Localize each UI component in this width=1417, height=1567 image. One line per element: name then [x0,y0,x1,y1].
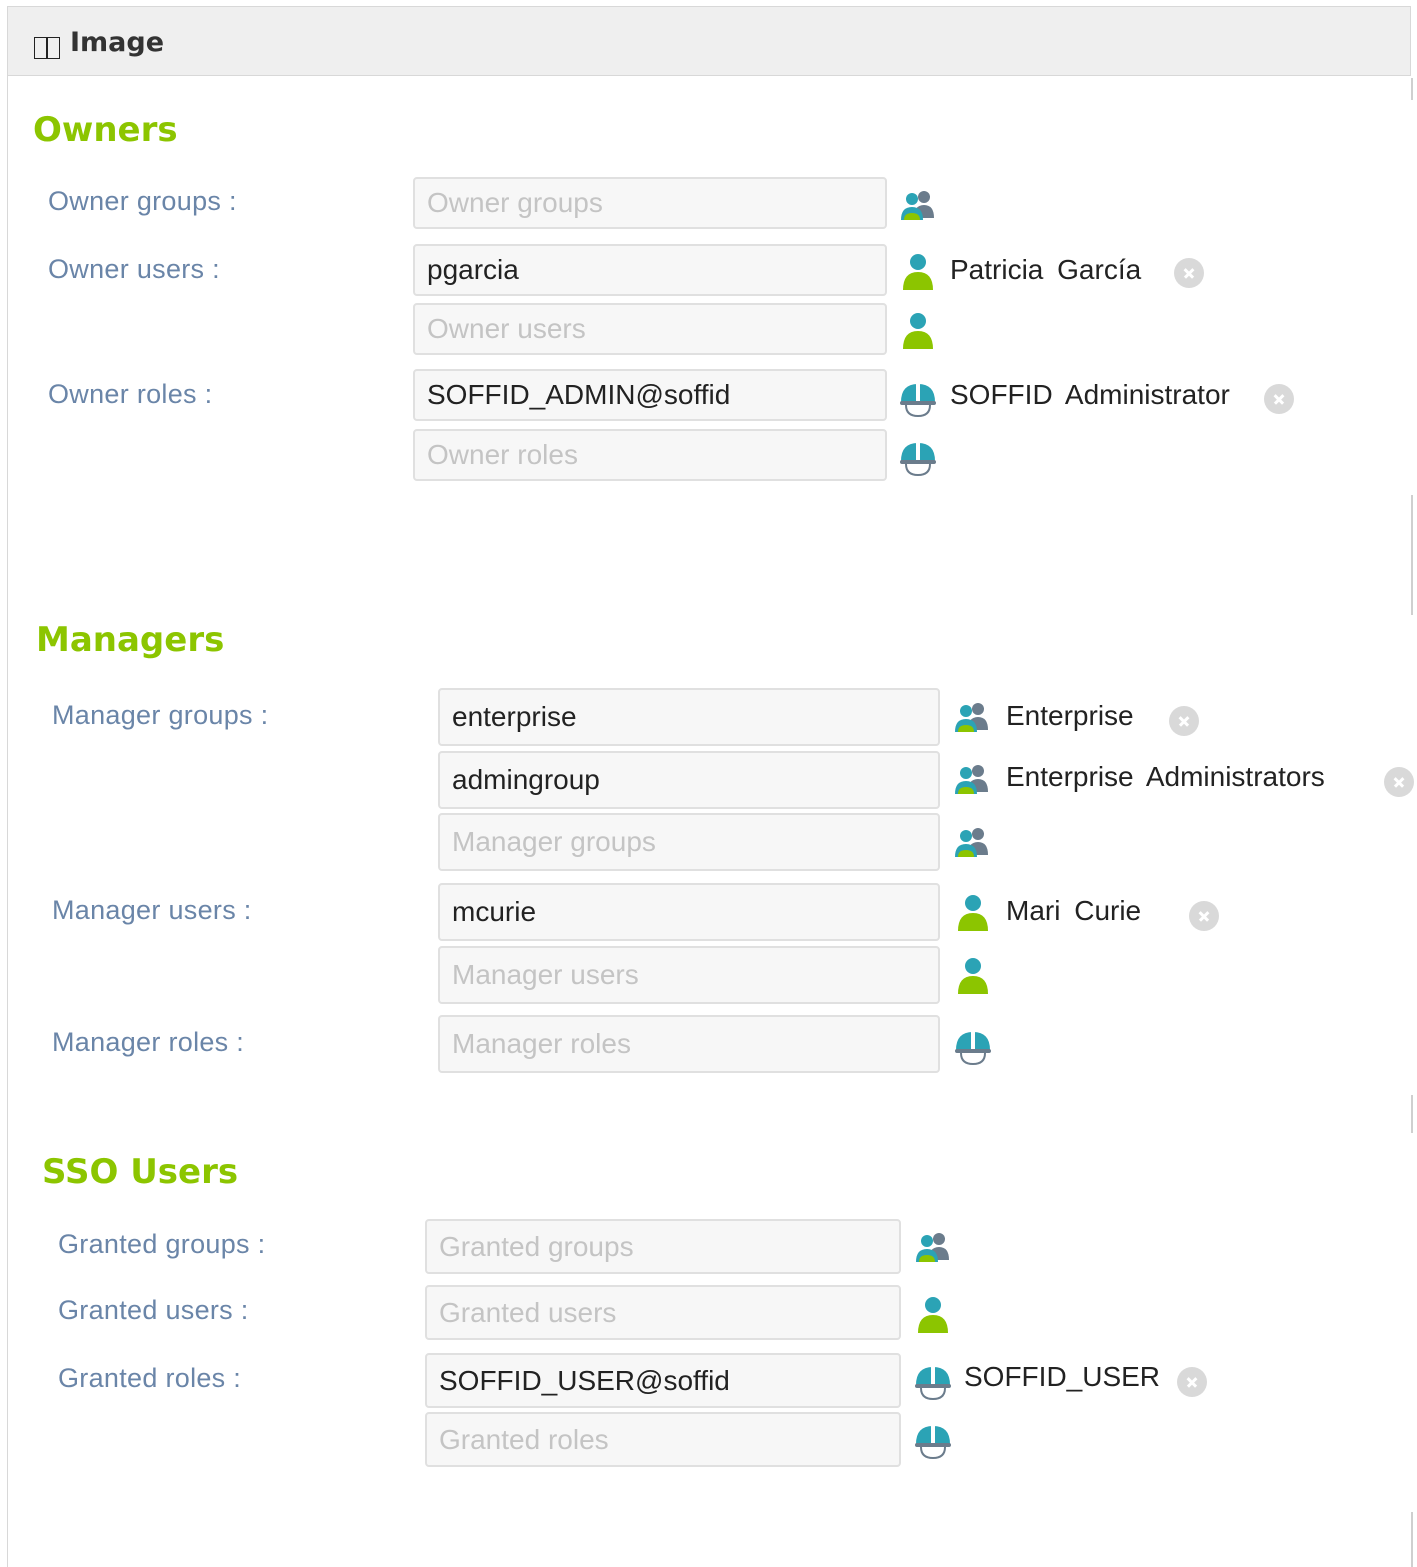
group-icon[interactable] [952,698,992,738]
panel-header: Image [7,6,1411,76]
section-title-sso-users: SSO Users [42,1152,239,1192]
group-icon[interactable] [898,186,938,226]
manager-users-label: Manager users : [52,895,252,925]
user-icon[interactable] [898,311,938,351]
remove-icon[interactable] [1384,767,1414,797]
manager-users-input[interactable]: mcurie [438,883,940,941]
remove-icon[interactable] [1174,258,1204,288]
granted-roles-label: Granted roles : [58,1363,242,1393]
remove-icon[interactable] [1264,384,1294,414]
group-icon[interactable] [952,823,992,863]
group-icon[interactable] [952,760,992,800]
manager-roles-input[interactable]: Manager roles [438,1015,940,1073]
manager-group-name: Enterprise [1006,700,1134,731]
owner-user-name: Patricia García [950,254,1142,285]
panel-title: Image [70,27,165,58]
remove-icon[interactable] [1177,1367,1207,1397]
scroll-marker [1411,1095,1413,1133]
owner-roles-input[interactable]: SOFFID_ADMIN@soffid [413,369,887,421]
manager-roles-label: Manager roles : [52,1027,245,1057]
owner-groups-input[interactable]: Owner groups [413,177,887,229]
granted-users-label: Granted users : [58,1295,249,1325]
manager-groups-input-empty[interactable]: Manager groups [438,813,940,871]
scroll-marker [1411,78,1413,100]
manager-user-name: Mari Curie [1006,895,1142,926]
role-helmet-icon[interactable] [898,437,938,477]
section-title-managers: Managers [36,620,225,660]
remove-icon[interactable] [1169,706,1199,736]
user-icon[interactable] [953,893,993,933]
scroll-marker [1411,495,1413,615]
owner-groups-label: Owner groups : [48,186,237,216]
granted-roles-input[interactable]: SOFFID_USER@soffid [425,1353,901,1408]
scroll-marker [1411,1512,1413,1567]
user-icon[interactable] [913,1295,953,1335]
granted-groups-label: Granted groups : [58,1229,266,1259]
role-helmet-icon[interactable] [953,1026,993,1066]
role-helmet-icon[interactable] [913,1361,953,1401]
owner-roles-label: Owner roles : [48,379,213,409]
granted-groups-input[interactable]: Granted groups [425,1219,901,1274]
manager-groups-label: Manager groups : [52,700,269,730]
granted-users-input[interactable]: Granted users [425,1285,901,1340]
owner-roles-input-empty[interactable]: Owner roles [413,429,887,481]
remove-icon[interactable] [1189,901,1219,931]
manager-group-name: Enterprise Administrators [1006,761,1325,792]
owner-users-label: Owner users : [48,254,220,284]
section-title-owners: Owners [33,110,178,150]
owner-users-input-empty[interactable]: Owner users [413,303,887,355]
manager-users-input-empty[interactable]: Manager users [438,946,940,1004]
granted-role-name: SOFFID_USER [964,1361,1161,1392]
group-icon[interactable] [913,1228,953,1268]
manager-groups-input[interactable]: enterprise [438,688,940,746]
owner-users-input[interactable]: pgarcia [413,244,887,296]
granted-roles-input-empty[interactable]: Granted roles [425,1412,901,1467]
panel-glyph-icon [34,37,60,59]
owner-role-name: SOFFID Administrator [950,379,1230,410]
role-helmet-icon[interactable] [913,1420,953,1460]
user-icon[interactable] [898,252,938,292]
manager-groups-input[interactable]: admingroup [438,751,940,809]
role-helmet-icon[interactable] [898,378,938,418]
user-icon[interactable] [953,956,993,996]
